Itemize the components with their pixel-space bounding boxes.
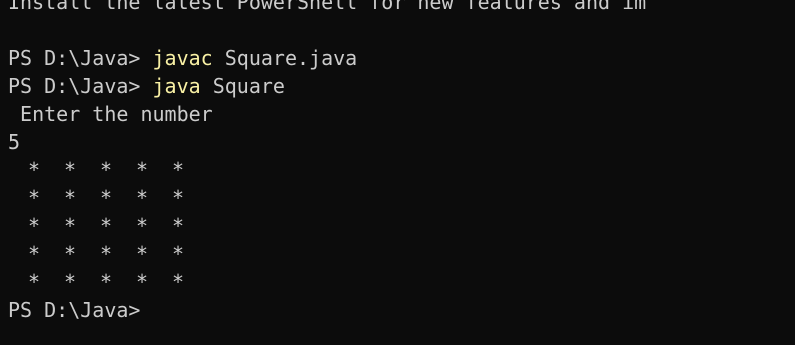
- enter-number-output: Enter the number: [8, 102, 213, 126]
- star-char: *: [136, 242, 149, 266]
- update-banner: Install the latest PowerShell for new fe…: [8, 0, 647, 14]
- star-char: *: [100, 214, 113, 238]
- user-input-value: 5: [8, 130, 21, 154]
- star-row: * * * * *: [8, 184, 795, 212]
- star-row: * * * * *: [8, 156, 795, 184]
- command-args: Square.java: [212, 46, 358, 70]
- command-args: Square: [200, 74, 285, 98]
- star-char: *: [172, 214, 185, 238]
- star-char: *: [28, 242, 41, 266]
- star-char: *: [64, 242, 77, 266]
- final-prompt-line[interactable]: PS D:\Java>: [8, 296, 795, 324]
- command-name: javac: [152, 46, 213, 70]
- star-char: *: [136, 186, 149, 210]
- star-char: *: [172, 186, 185, 210]
- star-char: *: [28, 158, 41, 182]
- star-char: *: [100, 242, 113, 266]
- star-char: *: [28, 186, 41, 210]
- star-char: *: [100, 270, 113, 294]
- star-char: *: [172, 270, 185, 294]
- star-char: *: [64, 214, 77, 238]
- star-char: *: [100, 158, 113, 182]
- star-char: *: [172, 158, 185, 182]
- star-char: *: [100, 186, 113, 210]
- command-line-2: PS D:\Java> java Square: [8, 72, 795, 100]
- prompt: PS D:\Java>: [8, 74, 141, 98]
- star-row: * * * * *: [8, 212, 795, 240]
- star-row: * * * * *: [8, 240, 795, 268]
- star-char: *: [136, 270, 149, 294]
- star-char: *: [64, 158, 77, 182]
- star-char: *: [28, 214, 41, 238]
- command-name: java: [152, 74, 201, 98]
- star-char: *: [136, 158, 149, 182]
- star-row: * * * * *: [8, 268, 795, 296]
- star-square-output: * * * * * * * * * * * * * * * * * * * * * * * * *: [8, 156, 795, 296]
- terminal-window[interactable]: Install the latest PowerShell for new fe…: [0, 0, 795, 345]
- command-line-1: PS D:\Java> javac Square.java: [8, 44, 795, 72]
- star-char: *: [136, 214, 149, 238]
- prompt: PS D:\Java>: [8, 46, 141, 70]
- star-char: *: [64, 270, 77, 294]
- star-char: *: [64, 186, 77, 210]
- star-char: *: [28, 270, 41, 294]
- star-char: *: [172, 242, 185, 266]
- prompt: PS D:\Java>: [8, 298, 141, 322]
